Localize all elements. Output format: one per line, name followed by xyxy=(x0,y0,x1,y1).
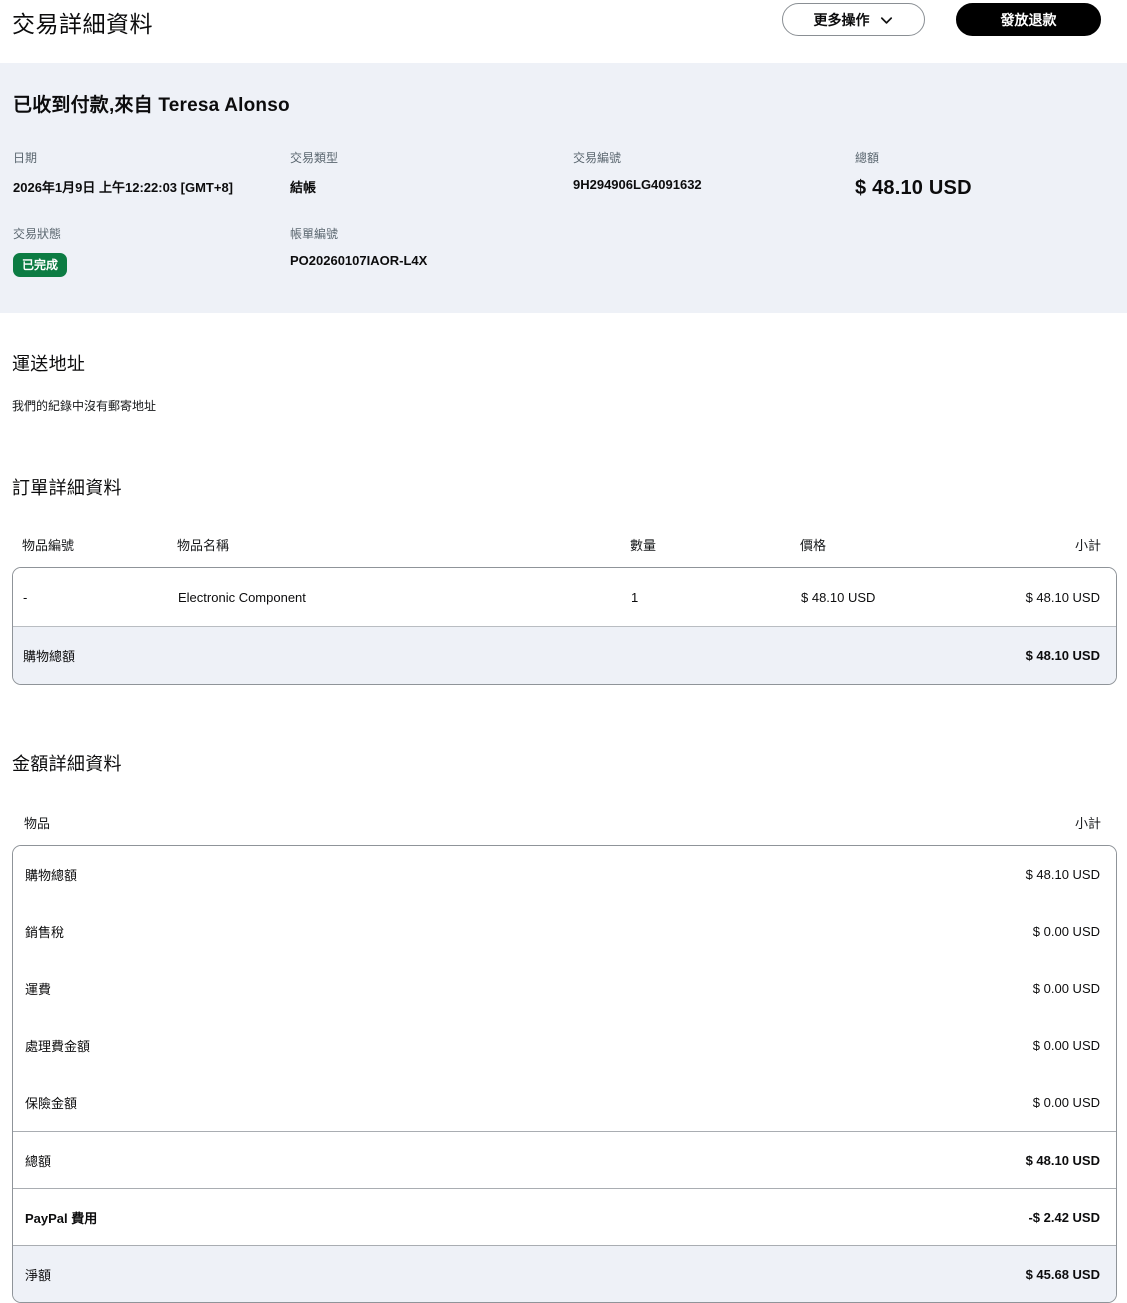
shipping-address-section: 運送地址 我們的紀錄中沒有郵寄地址 xyxy=(12,350,1117,414)
order-heading: 訂單詳細資料 xyxy=(12,478,122,498)
amount-row-gross-label: 購物總額 xyxy=(25,868,78,883)
amount-row-shipping-value: $ 0.00 USD xyxy=(1032,981,1100,996)
field-transaction-id-value: 9H294906LG4091632 xyxy=(573,177,702,192)
field-transaction-type-value: 結帳 xyxy=(290,180,317,195)
chevron-down-icon xyxy=(879,13,894,28)
order-details-section: 訂單詳細資料 物品編號 物品名稱 數量 價格 小計 - Electronic C… xyxy=(12,474,1117,685)
amount-row-paypal-fee-value: -$ 2.42 USD xyxy=(1028,1209,1100,1225)
field-date-value: 2026年1月9日 上午12:22:03 [GMT+8] xyxy=(13,180,234,195)
summary-heading: 已收到付款,來自 Teresa Alonso xyxy=(13,95,290,116)
cell-item-number: - xyxy=(23,589,28,605)
order-total-label: 購物總額 xyxy=(23,649,76,664)
field-transaction-type: 交易類型 結帳 xyxy=(290,149,573,200)
field-gross-amount-label: 總額 xyxy=(855,151,880,165)
amount-row-sales-tax-value: $ 0.00 USD xyxy=(1032,924,1100,939)
field-transaction-id: 交易編號 9H294906LG4091632 xyxy=(573,149,855,200)
amount-row-gross: 購物總額 $ 48.10 USD xyxy=(13,846,1116,903)
field-transaction-type-label: 交易類型 xyxy=(290,151,339,165)
amount-row-sales-tax: 銷售稅 $ 0.00 USD xyxy=(13,903,1116,960)
col-subtotal: 小計 xyxy=(1074,538,1101,553)
amount-row-shipping: 運費 $ 0.00 USD xyxy=(13,960,1116,1017)
field-transaction-status-label: 交易狀態 xyxy=(13,227,62,241)
cell-price: $ 48.10 USD xyxy=(801,589,876,605)
col-item-name: 物品名稱 xyxy=(177,538,230,553)
order-table-header: 物品編號 物品名稱 數量 價格 小計 xyxy=(12,535,1117,554)
field-date-label: 日期 xyxy=(13,151,38,165)
cell-quantity: 1 xyxy=(631,589,639,605)
col-item-number: 物品編號 xyxy=(22,538,75,553)
col-quantity: 數量 xyxy=(630,538,657,553)
amount-row-handling: 處理費金額 $ 0.00 USD xyxy=(13,1017,1116,1074)
field-gross-amount: 總額 $ 48.10 USD xyxy=(855,149,1114,200)
amount-row-insurance: 保險金額 $ 0.00 USD xyxy=(13,1074,1116,1131)
field-date: 日期 2026年1月9日 上午12:22:03 [GMT+8] xyxy=(13,149,290,200)
amount-row-sales-tax-label: 銷售稅 xyxy=(25,925,65,940)
amount-row-insurance-value: $ 0.00 USD xyxy=(1032,1095,1100,1110)
amount-row-paypal-fee-label: PayPal 費用 xyxy=(25,1210,98,1226)
more-actions-label: 更多操作 xyxy=(813,11,870,28)
amount-row-handling-value: $ 0.00 USD xyxy=(1032,1038,1100,1053)
amount-heading: 金額詳細資料 xyxy=(12,754,122,774)
amount-row-net-value: $ 45.68 USD xyxy=(1025,1266,1100,1282)
cell-item-name: Electronic Component xyxy=(178,589,306,605)
order-total-row: 購物總額 $ 48.10 USD xyxy=(13,626,1116,684)
amount-row-handling-label: 處理費金額 xyxy=(25,1039,91,1054)
top-bar: 交易詳細資料 更多操作 發放退款 xyxy=(0,0,1127,39)
summary-fields-grid: 日期 2026年1月9日 上午12:22:03 [GMT+8] 交易類型 結帳 … xyxy=(13,149,1114,277)
amount-table-header: 物品 小計 xyxy=(12,813,1117,832)
status-badge: 已完成 xyxy=(13,253,68,277)
order-total-value: $ 48.10 USD xyxy=(1025,648,1100,663)
order-table-row: - Electronic Component 1 $ 48.10 USD $ 4… xyxy=(13,568,1116,626)
field-invoice-id-label: 帳單編號 xyxy=(290,227,339,241)
amount-row-total: 總額 $ 48.10 USD xyxy=(13,1131,1116,1188)
amount-row-net-label: 淨額 xyxy=(25,1267,52,1283)
shipping-empty-text: 我們的紀錄中沒有郵寄地址 xyxy=(12,399,157,413)
amount-table: 購物總額 $ 48.10 USD 銷售稅 $ 0.00 USD 運費 $ 0.0… xyxy=(12,845,1117,1303)
field-gross-amount-value: $ 48.10 USD xyxy=(855,177,972,199)
shipping-heading: 運送地址 xyxy=(12,354,86,374)
transaction-summary-panel: 已收到付款,來自 Teresa Alonso 日期 2026年1月9日 上午12… xyxy=(0,63,1127,313)
cell-subtotal: $ 48.10 USD xyxy=(1025,589,1100,605)
field-invoice-id: 帳單編號 PO20260107IAOR-L4X xyxy=(290,225,573,277)
field-transaction-status: 交易狀態 已完成 xyxy=(13,225,290,277)
field-transaction-id-label: 交易編號 xyxy=(573,151,622,165)
issue-refund-button[interactable]: 發放退款 xyxy=(956,3,1101,36)
amount-details-section: 金額詳細資料 物品 小計 購物總額 $ 48.10 USD 銷售稅 $ 0.00… xyxy=(12,750,1117,1303)
topbar-actions: 更多操作 發放退款 xyxy=(782,3,1101,36)
col-item: 物品 xyxy=(24,816,51,831)
amount-row-paypal-fee: PayPal 費用 -$ 2.42 USD xyxy=(13,1188,1116,1245)
amount-row-net: 淨額 $ 45.68 USD xyxy=(13,1245,1116,1302)
col-amount-subtotal: 小計 xyxy=(1074,816,1101,831)
amount-row-gross-value: $ 48.10 USD xyxy=(1025,867,1100,882)
amount-row-shipping-label: 運費 xyxy=(25,982,52,997)
page-title: 交易詳細資料 xyxy=(12,11,153,37)
order-table: - Electronic Component 1 $ 48.10 USD $ 4… xyxy=(12,567,1117,685)
issue-refund-label: 發放退款 xyxy=(1000,11,1057,28)
amount-row-total-label: 總額 xyxy=(25,1153,52,1169)
amount-row-total-value: $ 48.10 USD xyxy=(1025,1152,1100,1168)
field-invoice-id-value: PO20260107IAOR-L4X xyxy=(290,253,428,268)
more-actions-button[interactable]: 更多操作 xyxy=(782,3,925,36)
amount-row-insurance-label: 保險金額 xyxy=(25,1096,78,1111)
col-price: 價格 xyxy=(800,538,827,553)
